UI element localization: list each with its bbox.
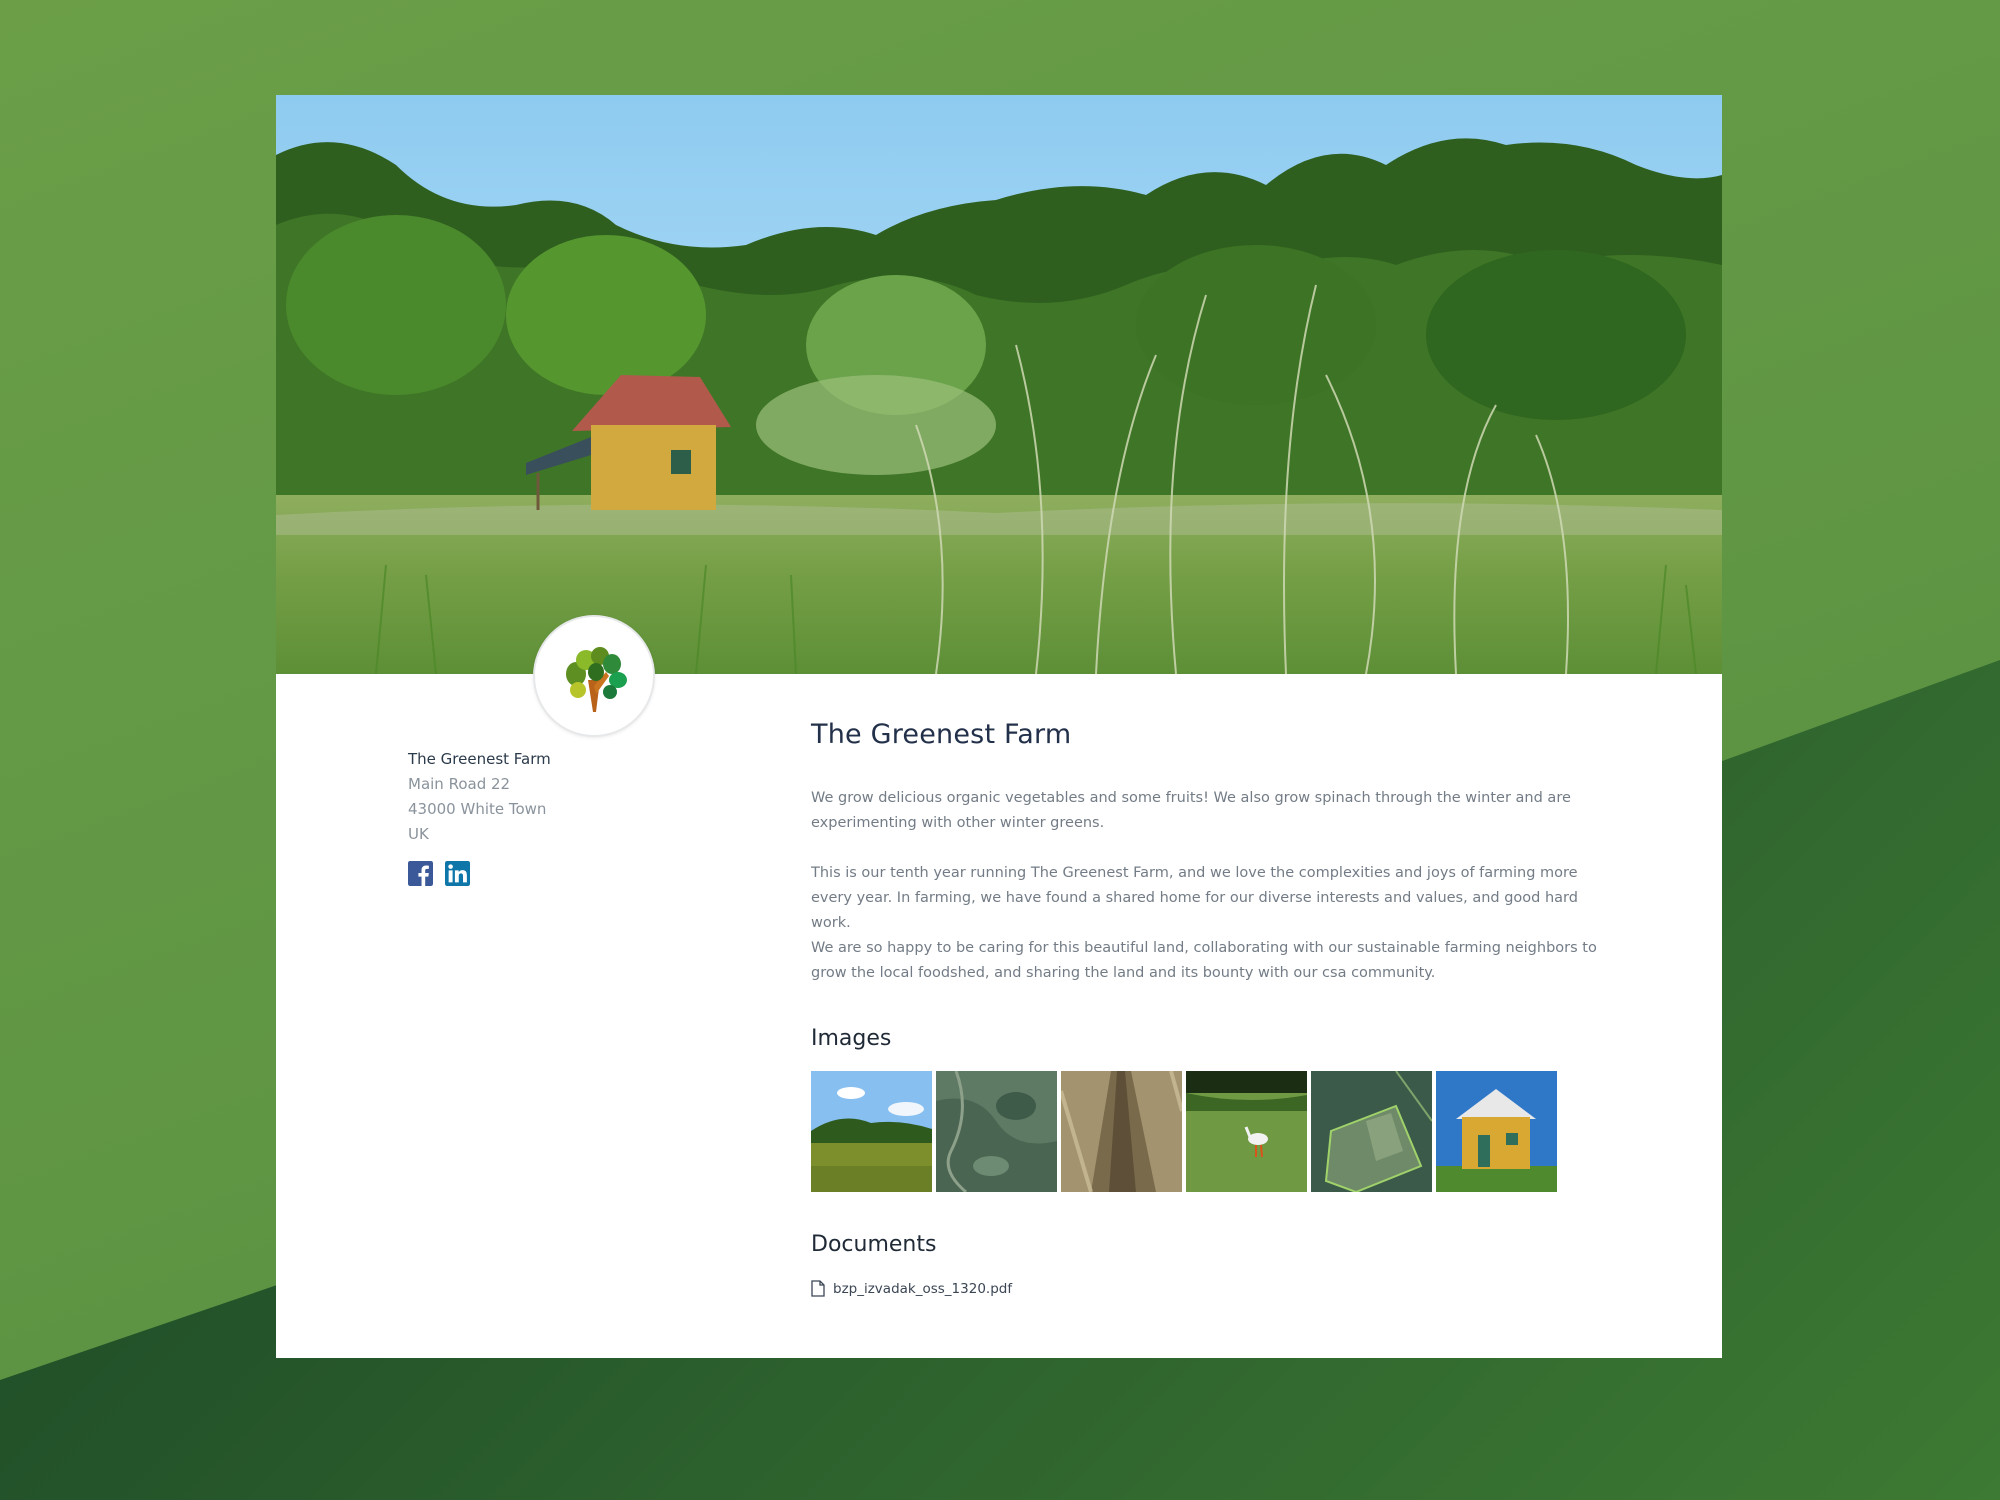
gallery-image-cabin[interactable] [1436,1071,1557,1192]
linkedin-icon[interactable] [445,861,470,886]
description-paragraph: We are so happy to be caring for this be… [811,940,1597,981]
gallery-image-meadow[interactable] [811,1071,932,1192]
image-gallery [811,1071,1601,1192]
document-name: bzp_izvadak_oss_1320.pdf [833,1280,1013,1297]
documents-heading: Documents [811,1232,937,1257]
address-country: UK [408,825,429,843]
address-block: The Greenest Farm Main Road 22 43000 Whi… [408,747,768,886]
farm-profile-card: The Greenest Farm Main Road 22 43000 Whi… [276,95,1722,1358]
hero-image [276,95,1722,674]
social-links [408,861,768,886]
file-icon [811,1280,825,1297]
farm-logo [533,615,655,737]
description-paragraph: We grow delicious organic vegetables and… [811,790,1571,831]
gallery-image-satellite-plot[interactable] [1311,1071,1432,1192]
gallery-image-aerial-map[interactable] [936,1071,1057,1192]
images-heading: Images [811,1026,892,1051]
address-street: Main Road 22 [408,775,511,793]
gallery-image-field-rows[interactable] [1061,1071,1182,1192]
document-link[interactable]: bzp_izvadak_oss_1320.pdf [811,1280,1601,1297]
address-city: 43000 White Town [408,800,547,818]
address-farm-name: The Greenest Farm [408,750,551,768]
farm-details: The Greenest Farm We grow delicious orga… [811,715,1601,1297]
facebook-icon[interactable] [408,861,433,886]
gallery-image-stork[interactable] [1186,1071,1307,1192]
description-paragraph: This is our tenth year running The Green… [811,865,1578,931]
page-title: The Greenest Farm [811,719,1072,750]
tree-logo-icon [566,647,627,712]
